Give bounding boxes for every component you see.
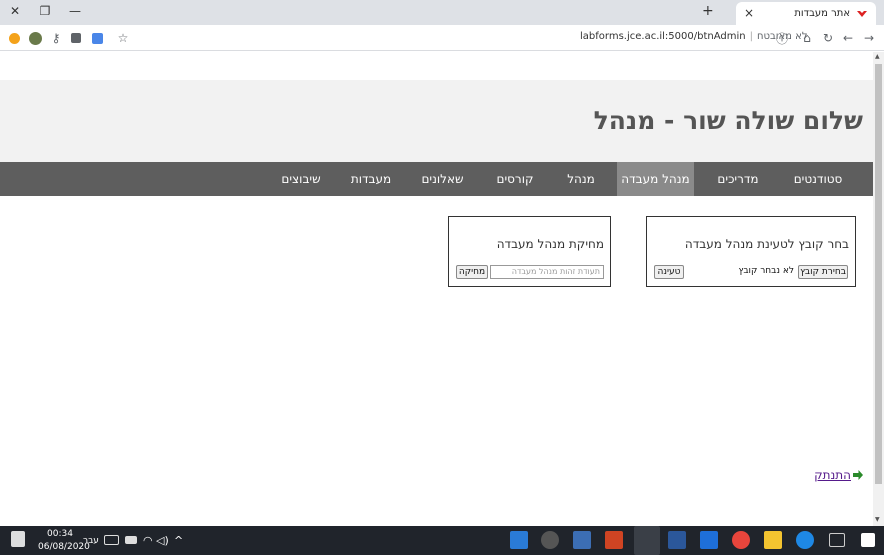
powerpoint-taskbar-icon[interactable]	[605, 531, 623, 549]
page-content: שלום שולה שור - מנהל סטודנטים מדריכים מנ…	[0, 52, 873, 526]
delete-lab-manager-panel: מחיקת מנהל מעבדה תעודת זהות מנהל מעבדה מ…	[448, 216, 611, 287]
minimize-window-button[interactable]: —	[60, 0, 90, 22]
windows-taskbar: 00:34 06/08/2020 עבר ◠ ◁) ^	[0, 526, 884, 555]
nav-item-assignments[interactable]: שיבוצים	[271, 162, 331, 196]
edge-taskbar-icon[interactable]	[796, 531, 814, 549]
delete-panel-title: מחיקת מנהל מעבדה	[496, 237, 604, 251]
bookmark-star-icon[interactable]: ☆	[115, 30, 131, 46]
back-arrow-icon[interactable]: →	[861, 30, 877, 46]
screen: ✕ ❐ — + אתר מעבדות × ⚷ ☆ labforms.jce.ac…	[0, 0, 884, 555]
scroll-up-icon[interactable]: ▲	[875, 53, 880, 60]
tab-close-icon[interactable]: ×	[744, 6, 754, 20]
wifi-icon[interactable]: ◠	[143, 534, 153, 547]
clock-time[interactable]: 00:34	[47, 529, 73, 539]
input-language[interactable]: עבר	[83, 536, 99, 546]
page-title: שלום שולה שור - מנהל	[593, 106, 863, 135]
address-bar[interactable]: labforms.jce.ac.il:5000/btnAdmin | לא מאוב…	[580, 31, 808, 45]
logout-link[interactable]: התנתק	[814, 468, 863, 482]
restore-window-button[interactable]: ❐	[30, 0, 60, 22]
settings-gear-taskbar-icon[interactable]	[541, 531, 559, 549]
file-explorer-taskbar-icon[interactable]	[764, 531, 782, 549]
chrome-taskbar-icon[interactable]	[732, 531, 750, 549]
no-file-chosen-text: לא נבחר קובץ	[738, 266, 794, 276]
logout-arrow-icon	[853, 470, 863, 480]
close-window-button[interactable]: ✕	[0, 0, 30, 22]
nav-item-manager[interactable]: מנהל	[551, 162, 611, 196]
forward-arrow-icon[interactable]: ←	[840, 30, 856, 46]
app-taskbar-icon[interactable]	[573, 531, 591, 549]
scrollbar-thumb[interactable]	[875, 64, 882, 484]
profile-avatar-icon[interactable]	[27, 30, 43, 46]
nav-item-students[interactable]: סטודנטים	[783, 162, 853, 196]
nav-item-labs[interactable]: מעבדות	[341, 162, 401, 196]
upload-panel-title: בחר קובץ לטעינת מנהל מעבדה	[684, 237, 849, 251]
browser-tab[interactable]: אתר מעבדות ×	[736, 2, 876, 25]
battery-icon[interactable]	[125, 536, 137, 544]
vscode-taskbar-icon[interactable]	[510, 531, 528, 549]
home-icon[interactable]: ⌂	[799, 30, 815, 46]
browser-titlebar: ✕ ❐ — + אתר מעבדות ×	[0, 0, 884, 25]
nav-item-lab-manager[interactable]: מנהל מעבדה	[617, 162, 694, 196]
word-taskbar-icon[interactable]	[668, 531, 686, 549]
lab-manager-id-input[interactable]: תעודת זהות מנהל מעבדה	[490, 265, 604, 279]
reload-icon[interactable]: ↻	[820, 30, 836, 46]
extension-orange-icon[interactable]	[6, 30, 22, 46]
upload-lab-manager-panel: בחר קובץ לטעינת מנהל מעבדה בחירת קובץ לא…	[646, 216, 856, 287]
notifications-icon[interactable]	[11, 531, 25, 547]
nav-item-instructors[interactable]: מדריכים	[703, 162, 773, 196]
browser-toolbar: ⚷ ☆ labforms.jce.ac.il:5000/btnAdmin | לא …	[0, 25, 884, 51]
load-button[interactable]: טעינה	[654, 265, 684, 279]
info-icon[interactable]: ⓘ	[774, 30, 790, 46]
tab-title: אתר מעבדות	[794, 8, 850, 19]
show-hidden-icons-chevron-icon[interactable]: ^	[174, 534, 183, 547]
start-windows-icon[interactable]	[861, 533, 875, 547]
choose-file-button[interactable]: בחירת קובץ	[798, 265, 848, 279]
logout-label: התנתק	[814, 468, 851, 482]
url-text: labforms.jce.ac.il:5000/btnAdmin	[580, 31, 746, 42]
scroll-down-icon[interactable]: ▼	[875, 516, 880, 523]
page-scrollbar[interactable]: ▲ ▼	[873, 52, 884, 526]
keyboard-icon[interactable]	[104, 535, 119, 545]
nav-item-questionnaires[interactable]: שאלונים	[410, 162, 475, 196]
task-view-icon[interactable]	[829, 533, 845, 547]
mail-taskbar-icon[interactable]	[700, 531, 718, 549]
new-tab-button[interactable]: +	[702, 3, 714, 19]
puzzle-extensions-icon[interactable]	[68, 30, 84, 46]
nav-item-courses[interactable]: קורסים	[485, 162, 545, 196]
key-icon[interactable]: ⚷	[48, 30, 64, 46]
heart-favicon-icon	[857, 10, 867, 17]
main-nav: סטודנטים מדריכים מנהל מעבדה מנהל קורסים …	[0, 162, 873, 196]
chrome-active-taskbar-icon[interactable]	[634, 526, 660, 555]
volume-icon[interactable]: ◁)	[156, 534, 169, 547]
translate-icon[interactable]	[89, 30, 105, 46]
delete-button[interactable]: מחיקה	[456, 265, 488, 279]
